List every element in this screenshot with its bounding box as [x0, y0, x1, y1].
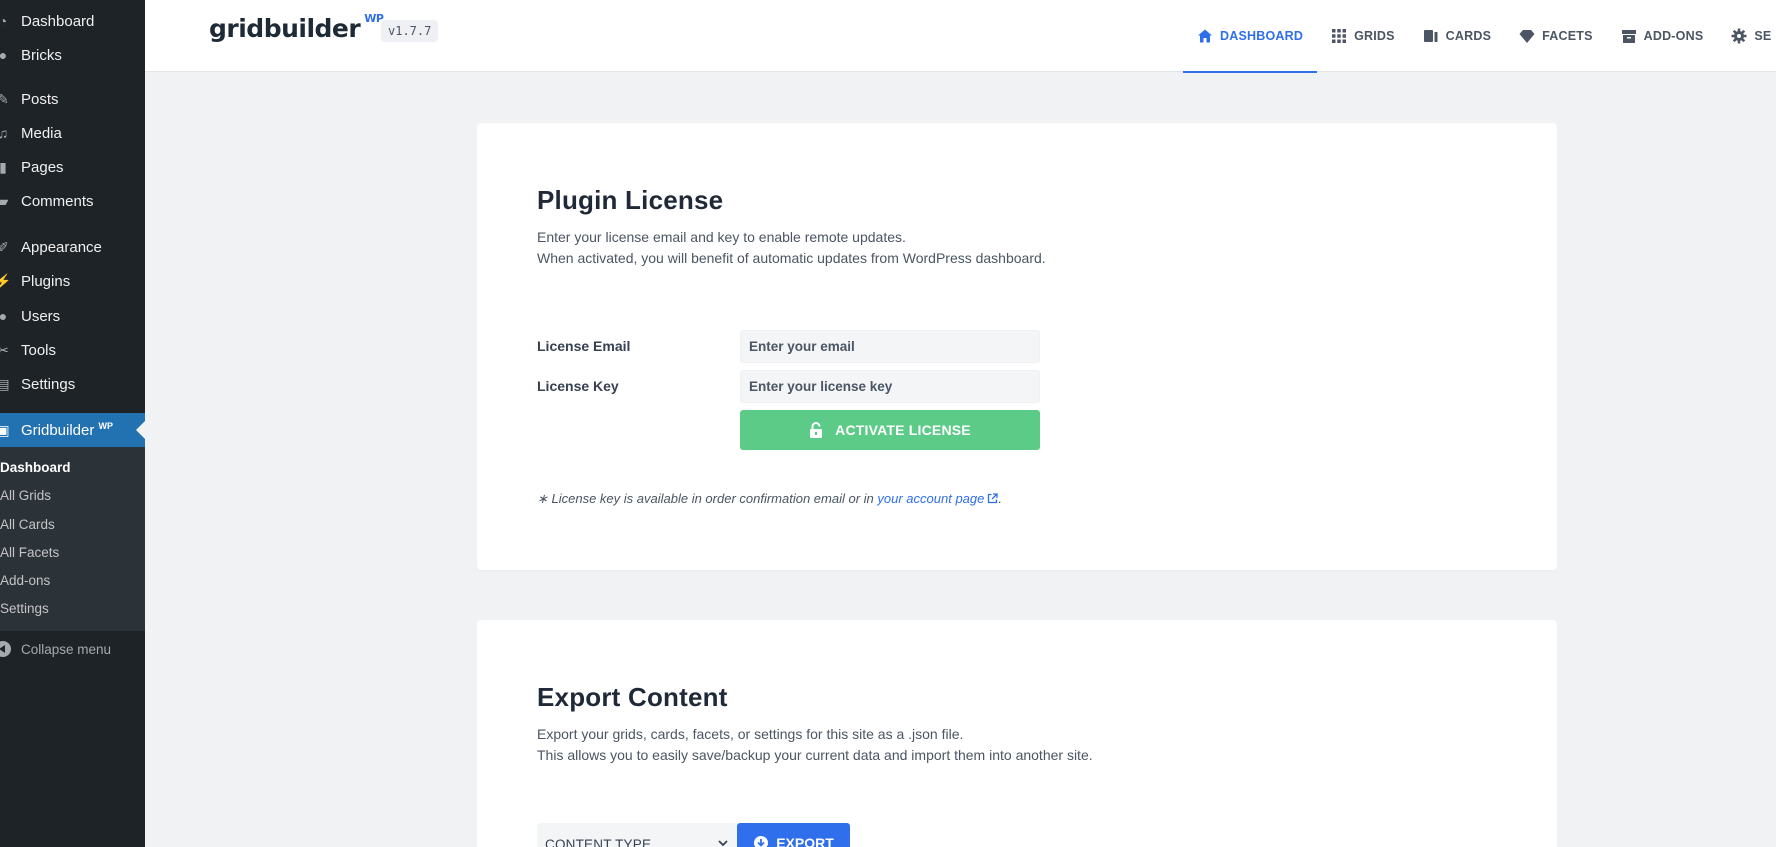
nav-facets-label: FACETS — [1542, 29, 1593, 43]
brush-icon: ✐ — [0, 238, 9, 255]
submenu-all-cards[interactable]: All Cards — [0, 517, 55, 532]
gridbuilder-logo[interactable]: gridbuilder WP — [209, 12, 384, 43]
export-button-label: EXPORT — [776, 835, 834, 847]
license-desc-line1: Enter your license email and key to enab… — [537, 229, 906, 245]
license-title: Plugin License — [537, 185, 724, 215]
license-note-text: ∗ License key is available in order conf… — [537, 491, 874, 506]
top-nav: DASHBOARD GRIDS CARDS FACETS ADD-ONS SE — [1183, 0, 1776, 73]
license-note-suffix: . — [998, 491, 1002, 506]
sidebar-item-gridbuilder[interactable]: ▣ Gridbuilder WP — [0, 413, 145, 447]
license-email-input[interactable] — [740, 330, 1040, 363]
chevron-down-icon — [717, 837, 729, 847]
collapse-menu[interactable]: Collapse menu — [0, 637, 145, 661]
page-icon: ▮ — [0, 158, 7, 175]
export-desc-line1: Export your grids, cards, facets, or set… — [537, 726, 964, 742]
nav-add-ons-label: ADD-ONS — [1643, 29, 1704, 43]
plugin-license-card: Plugin License Enter your license email … — [477, 123, 1557, 570]
gear-icon — [1731, 28, 1747, 44]
nav-cards[interactable]: CARDS — [1409, 0, 1505, 72]
license-email-label: License Email — [537, 338, 631, 354]
submenu-dashboard[interactable]: Dashboard — [0, 460, 71, 475]
gridbuilder-sup: WP — [98, 421, 114, 431]
plugin-header: gridbuilder WP v1.7.7 DASHBOARD GRIDS CAR… — [145, 0, 1776, 73]
sidebar-item-media[interactable]: ♫ Media — [0, 118, 145, 148]
nav-add-ons[interactable]: ADD-ONS — [1607, 0, 1718, 72]
activate-license-label: ACTIVATE LICENSE — [835, 422, 971, 438]
user-icon: ● — [0, 308, 8, 324]
external-link-icon — [987, 492, 999, 504]
admin-sidebar: ◔ Dashboard ● Bricks ✎ Posts ♫ Media ▮ P… — [0, 0, 145, 847]
nav-cards-label: CARDS — [1445, 29, 1492, 43]
sidebar-item-pages[interactable]: ▮ Pages — [0, 152, 145, 182]
submenu-add-ons[interactable]: Add-ons — [0, 573, 50, 588]
sidebar-item-dashboard[interactable]: ◔ Dashboard — [0, 6, 145, 36]
content-type-label: CONTENT TYPE — [545, 837, 652, 847]
diamond-icon — [1519, 28, 1535, 44]
gridbuilder-icon: ▣ — [0, 421, 10, 438]
sidebar-item-users[interactable]: ● Users — [0, 301, 145, 331]
logo-text: gridbuilder — [209, 14, 361, 43]
media-icon: ♫ — [0, 125, 9, 141]
pin-icon: ✎ — [0, 90, 9, 107]
nav-dashboard-label: DASHBOARD — [1220, 29, 1304, 43]
sidebar-item-tools[interactable]: ✂ Tools — [0, 335, 145, 365]
content-type-select[interactable]: CONTENT TYPE — [537, 823, 737, 847]
license-note: ∗ License key is available in order conf… — [537, 491, 1002, 507]
wrench-icon: ✂ — [0, 341, 9, 358]
sliders-icon: ▤ — [0, 375, 10, 392]
bricks-icon: ● — [0, 47, 8, 63]
export-content-card: Export Content Export your grids, cards,… — [477, 620, 1557, 847]
nav-dashboard[interactable]: DASHBOARD — [1183, 0, 1318, 73]
export-title: Export Content — [537, 682, 728, 712]
nav-grids[interactable]: GRIDS — [1317, 0, 1409, 72]
nav-settings[interactable]: SE — [1717, 0, 1776, 72]
nav-settings-label: SE — [1754, 29, 1772, 43]
collapse-icon — [0, 641, 11, 657]
license-desc-line2: When activated, you will benefit of auto… — [537, 250, 1046, 266]
sidebar-item-settings[interactable]: ▤ Settings — [0, 369, 145, 399]
gridbuilder-submenu: Dashboard All Grids All Cards All Facets… — [0, 447, 145, 631]
submenu-all-grids[interactable]: All Grids — [0, 488, 51, 503]
account-page-link-text: your account page — [877, 491, 985, 506]
sidebar-item-plugins[interactable]: ⚡ Plugins — [0, 266, 145, 296]
sidebar-item-appearance[interactable]: ✐ Appearance — [0, 232, 145, 262]
sidebar-item-bricks[interactable]: ● Bricks — [0, 40, 145, 70]
version-badge: v1.7.7 — [381, 20, 439, 42]
export-desc-line2: This allows you to easily save/backup yo… — [537, 747, 1093, 763]
license-key-input[interactable] — [740, 370, 1040, 403]
account-page-link[interactable]: your account page — [877, 491, 999, 506]
license-key-label: License Key — [537, 378, 619, 394]
unlock-icon — [809, 422, 823, 438]
plug-icon: ⚡ — [0, 272, 12, 289]
nav-grids-label: GRIDS — [1354, 29, 1395, 43]
sidebar-item-posts[interactable]: ✎ Posts — [0, 84, 145, 114]
activate-license-button[interactable]: ACTIVATE LICENSE — [740, 410, 1040, 450]
sidebar-item-comments[interactable]: ▰ Comments — [0, 186, 145, 216]
submenu-all-facets[interactable]: All Facets — [0, 545, 59, 560]
export-button[interactable]: EXPORT — [737, 823, 850, 847]
home-icon — [1197, 28, 1213, 44]
gridbuilder-label: Gridbuilder — [21, 422, 95, 439]
comment-icon: ▰ — [0, 192, 9, 209]
grid-icon — [1331, 28, 1347, 44]
submenu-settings[interactable]: Settings — [0, 601, 49, 616]
dashboard-icon: ◔ — [0, 13, 8, 29]
box-icon — [1621, 28, 1637, 44]
nav-facets[interactable]: FACETS — [1505, 0, 1607, 72]
download-icon — [753, 835, 769, 847]
cards-icon — [1423, 28, 1439, 44]
